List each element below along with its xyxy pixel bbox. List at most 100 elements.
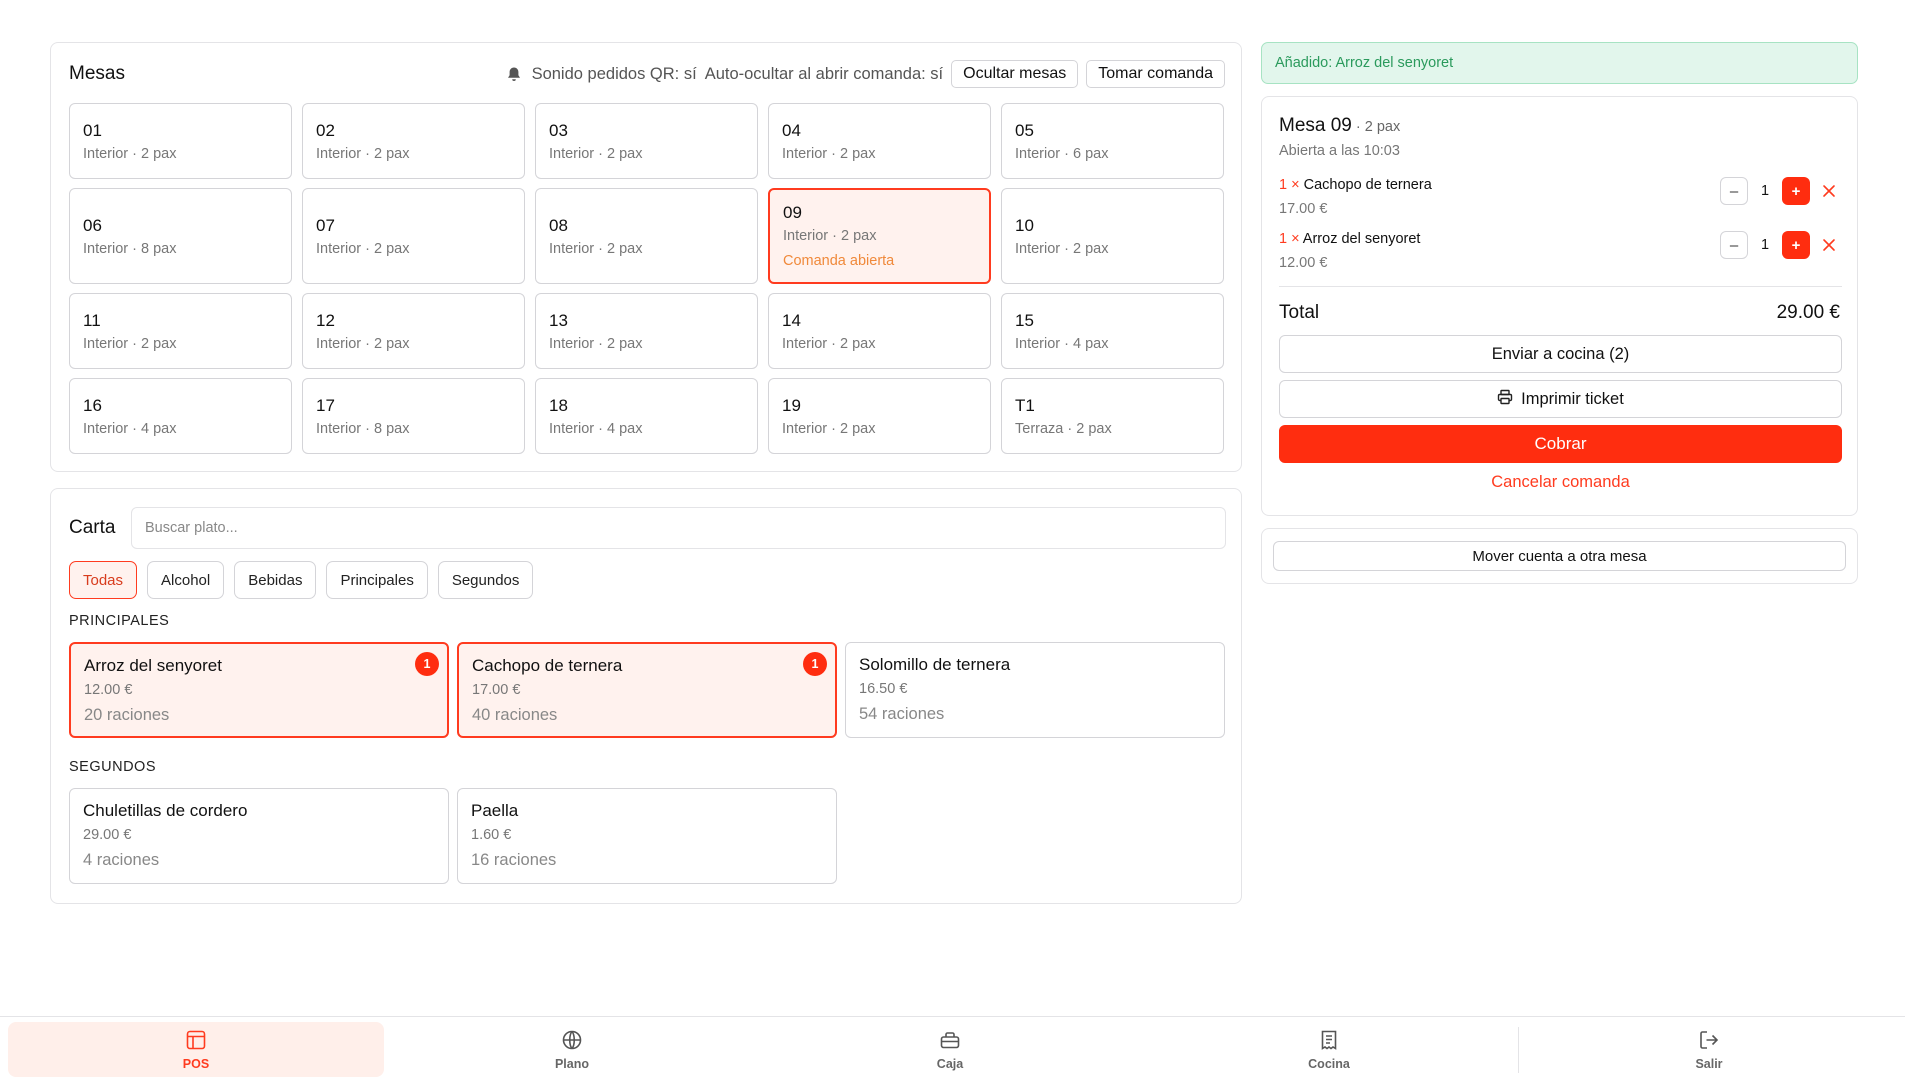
table-number: 03 <box>549 120 568 140</box>
charge-button[interactable]: Cobrar <box>1279 425 1842 463</box>
receipt-icon <box>1318 1029 1340 1054</box>
send-to-kitchen-button[interactable]: Enviar a cocina (2) <box>1279 335 1842 373</box>
auto-hide-setting[interactable]: Auto-ocultar al abrir comanda: sí <box>705 65 943 84</box>
table-number: 10 <box>1015 215 1034 235</box>
increase-button[interactable]: + <box>1782 177 1810 205</box>
dish-name: Solomillo de ternera <box>859 655 1011 674</box>
table-info: Interior · 2 pax <box>316 335 410 352</box>
table-number: 06 <box>83 215 102 235</box>
table-card[interactable]: 19 Interior · 2 pax <box>768 378 991 454</box>
dish-card[interactable]: Solomillo de ternera 16.50 € 54 raciones <box>845 642 1225 738</box>
table-card[interactable]: T1 Terraza · 2 pax <box>1001 378 1224 454</box>
dish-card[interactable]: Chuletillas de cordero 29.00 € 4 racione… <box>69 788 449 884</box>
close-icon[interactable] <box>1816 184 1842 198</box>
order-pax: · 2 pax <box>1355 119 1401 135</box>
quantity-value: 1 <box>1760 183 1770 199</box>
table-card[interactable]: 12 Interior · 2 pax <box>302 293 525 369</box>
table-number: T1 <box>1015 395 1035 415</box>
table-card[interactable]: 14 Interior · 2 pax <box>768 293 991 369</box>
table-info: Interior · 4 pax <box>549 420 643 437</box>
bell-icon <box>506 66 522 83</box>
category-chip-bebidas[interactable]: Bebidas <box>234 561 317 599</box>
quantity-stepper: – 1 + <box>1720 231 1842 259</box>
table-card[interactable]: 11 Interior · 2 pax <box>69 293 292 369</box>
section-label-segundos: SEGUNDOS <box>69 759 156 775</box>
table-card[interactable]: 16 Interior · 4 pax <box>69 378 292 454</box>
table-card[interactable]: 08 Interior · 2 pax <box>535 188 758 284</box>
table-number: 11 <box>83 310 101 330</box>
table-card[interactable]: 07 Interior · 2 pax <box>302 188 525 284</box>
nav-label: Salir <box>1695 1056 1723 1071</box>
category-chip-alcohol[interactable]: Alcohol <box>147 561 225 599</box>
table-info: Interior · 2 pax <box>782 335 876 352</box>
total-label: Total <box>1279 302 1320 323</box>
globe-icon <box>561 1029 583 1054</box>
table-number: 04 <box>782 120 801 140</box>
table-card[interactable]: 02 Interior · 2 pax <box>302 103 525 179</box>
table-info: Interior · 2 pax <box>549 335 643 352</box>
layout-icon <box>185 1029 207 1054</box>
nav-item-plano[interactable]: Plano <box>384 1022 760 1077</box>
table-number: 05 <box>1015 120 1034 140</box>
table-info: Interior · 2 pax <box>316 240 410 257</box>
decrease-button[interactable]: – <box>1720 231 1748 259</box>
dish-stock: 4 raciones <box>83 851 160 869</box>
order-line: 1 × Arroz del senyoret 12.00 € – 1 + <box>1279 231 1842 279</box>
dish-stock: 54 raciones <box>859 705 945 723</box>
print-ticket-button[interactable]: Imprimir ticket <box>1279 380 1842 418</box>
table-card[interactable]: 13 Interior · 2 pax <box>535 293 758 369</box>
category-chip-principales[interactable]: Principales <box>326 561 428 599</box>
table-info: Interior · 2 pax <box>783 228 877 244</box>
table-card[interactable]: 05 Interior · 6 pax <box>1001 103 1224 179</box>
table-info: Interior · 8 pax <box>83 240 177 257</box>
qr-sound-setting[interactable]: Sonido pedidos QR: sí <box>532 65 697 84</box>
table-card[interactable]: 03 Interior · 2 pax <box>535 103 758 179</box>
order-title: Mesa 09 · 2 pax <box>1279 115 1400 137</box>
decrease-button[interactable]: – <box>1720 177 1748 205</box>
cash-register-icon <box>939 1029 961 1054</box>
dish-name: Paella <box>471 801 519 820</box>
order-table-name: Mesa 09 <box>1279 115 1352 136</box>
dish-stock: 16 raciones <box>471 851 557 869</box>
order-line-qty: 1 × <box>1279 231 1300 247</box>
cancel-order-link[interactable]: Cancelar comanda <box>1279 473 1842 492</box>
dish-name: Chuletillas de cordero <box>83 801 248 820</box>
dish-price: 1.60 € <box>471 827 512 843</box>
dish-card[interactable]: Cachopo de ternera 17.00 € 40 raciones 1 <box>457 642 837 738</box>
table-info: Interior · 2 pax <box>316 145 410 162</box>
dish-count-badge: 1 <box>415 652 439 676</box>
nav-item-caja[interactable]: Caja <box>760 1022 1140 1077</box>
nav-item-cocina[interactable]: Cocina <box>1140 1022 1518 1077</box>
nav-item-pos[interactable]: POS <box>8 1022 384 1077</box>
dish-name: Cachopo de ternera <box>472 656 623 675</box>
category-chip-todas[interactable]: Todas <box>69 561 138 599</box>
dish-card[interactable]: Arroz del senyoret 12.00 € 20 raciones 1 <box>69 642 449 738</box>
hide-tables-button[interactable]: Ocultar mesas <box>951 60 1079 88</box>
increase-button[interactable]: + <box>1782 231 1810 259</box>
table-card[interactable]: 06 Interior · 8 pax <box>69 188 292 284</box>
table-card[interactable]: 10 Interior · 2 pax <box>1001 188 1224 284</box>
move-account-button[interactable]: Mover cuenta a otra mesa <box>1273 541 1846 571</box>
table-card[interactable]: 01 Interior · 2 pax <box>69 103 292 179</box>
table-number: 14 <box>782 310 801 330</box>
close-icon[interactable] <box>1816 238 1842 252</box>
printer-icon <box>1497 389 1513 410</box>
dish-count-badge: 1 <box>803 652 827 676</box>
take-order-button[interactable]: Tomar comanda <box>1086 60 1225 88</box>
table-number: 15 <box>1015 310 1034 330</box>
dish-search-input[interactable] <box>131 507 1226 549</box>
table-card-selected[interactable]: 09 Interior · 2 pax Comanda abierta <box>768 188 991 284</box>
table-info: Interior · 6 pax <box>1015 145 1109 162</box>
added-toast: Añadido: Arroz del senyoret <box>1261 42 1858 84</box>
category-chip-segundos[interactable]: Segundos <box>437 561 534 599</box>
table-card[interactable]: 18 Interior · 4 pax <box>535 378 758 454</box>
nav-item-salir[interactable]: Salir <box>1519 1022 1899 1077</box>
divider <box>1279 286 1842 287</box>
table-number: 12 <box>316 310 335 330</box>
nav-label: Cocina <box>1308 1056 1350 1071</box>
order-line: 1 × Cachopo de ternera 17.00 € – 1 + <box>1279 177 1842 225</box>
table-card[interactable]: 17 Interior · 8 pax <box>302 378 525 454</box>
dish-card[interactable]: Paella 1.60 € 16 raciones <box>457 788 837 884</box>
table-card[interactable]: 15 Interior · 4 pax <box>1001 293 1224 369</box>
table-card[interactable]: 04 Interior · 2 pax <box>768 103 991 179</box>
